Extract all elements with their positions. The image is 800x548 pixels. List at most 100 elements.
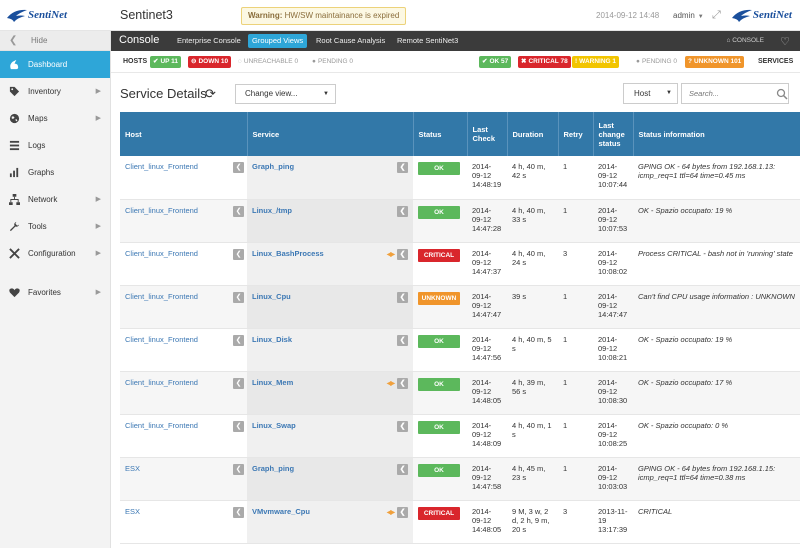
sidebar-item-favorites[interactable]: Favorites ▶ xyxy=(0,279,110,306)
username: admin xyxy=(673,11,695,20)
tab-grouped-views[interactable]: Grouped Views xyxy=(248,34,308,48)
breadcrumb[interactable]: ⌂ CONSOLE xyxy=(726,37,764,44)
tab-remote-sentinet3[interactable]: Remote SentiNet3 xyxy=(393,34,462,48)
service-link[interactable]: VMvmware_Cpu xyxy=(252,507,310,516)
service-menu-button[interactable]: ❮ xyxy=(397,248,408,260)
service-link[interactable]: Graph_ping xyxy=(252,162,294,171)
column-header-status[interactable]: Status xyxy=(413,112,468,156)
host-menu-button[interactable]: ❮ xyxy=(233,205,244,217)
search-input[interactable] xyxy=(681,83,789,104)
service-menu-button[interactable]: ❮ xyxy=(397,506,408,518)
hosts-up-badge[interactable]: ✔ UP 11 xyxy=(150,56,182,68)
status-cell: OK xyxy=(413,457,467,501)
tab-enterprise-console[interactable]: Enterprise Console xyxy=(173,34,245,48)
last-check-cell: 2014-09-12 14:47:37 xyxy=(467,242,507,286)
caret-down-icon: ▼ xyxy=(323,91,329,97)
favorite-heart-icon[interactable]: ♡ xyxy=(780,35,790,48)
status-badge: OK xyxy=(418,377,460,391)
service-menu-button[interactable]: ❮ xyxy=(397,205,408,217)
column-header-status-information[interactable]: Status information xyxy=(633,112,800,156)
status-cell: OK xyxy=(413,414,467,458)
top-bar: SentiNet Sentinet3 Warning: HW/SW mainta… xyxy=(0,0,800,31)
services-critical-badge[interactable]: ✖ CRITICAL 78 xyxy=(518,56,571,68)
last-check-cell: 2014-09-12 14:47:47 xyxy=(467,285,507,329)
service-link[interactable]: Linux_Swap xyxy=(252,421,296,430)
hosts-down-badge[interactable]: ⊖ DOWN 10 xyxy=(188,56,232,68)
host-filter-select[interactable]: Host ▼ xyxy=(623,83,678,104)
change-view-select[interactable]: Change view... ▼ xyxy=(235,84,336,104)
status-info-cell: GPING OK - 64 bytes from 192.168.1.15: i… xyxy=(633,457,800,501)
column-header-last-change-status[interactable]: Last change status xyxy=(593,112,634,156)
sidebar-item-logs[interactable]: Logs xyxy=(0,132,110,159)
column-header-host[interactable]: Host xyxy=(120,112,248,156)
column-header-last-check[interactable]: Last Check xyxy=(467,112,508,156)
sidebar-item-network[interactable]: Network ▶ xyxy=(0,186,110,213)
hide-sidebar-button[interactable]: ❮ Hide xyxy=(0,31,110,51)
fullscreen-icon[interactable]: ⤢ xyxy=(712,9,724,21)
chevron-right-icon: ▶ xyxy=(95,196,101,203)
service-menu-button[interactable]: ❮ xyxy=(397,420,408,432)
sidebar-item-maps[interactable]: Maps ▶ xyxy=(0,105,110,132)
user-menu[interactable]: admin ▼ xyxy=(673,11,704,20)
service-menu-button[interactable]: ❮ xyxy=(397,334,408,346)
host-link[interactable]: Client_linux_Frontend xyxy=(125,162,198,171)
retry-cell: 1 xyxy=(558,285,593,329)
service-link[interactable]: Graph_ping xyxy=(252,464,294,473)
host-link[interactable]: Client_linux_Frontend xyxy=(125,249,198,258)
hosts-pending-badge[interactable]: ● PENDING 0 xyxy=(309,56,356,68)
hide-label: Hide xyxy=(31,36,48,45)
services-pending-badge[interactable]: ● PENDING 0 xyxy=(633,56,680,68)
service-link[interactable]: Linux_/tmp xyxy=(252,206,292,215)
host-menu-button[interactable]: ❮ xyxy=(233,162,244,173)
service-link[interactable]: Linux_BashProcess xyxy=(252,249,324,258)
sidebar-item-dashboard[interactable]: Dashboard xyxy=(0,51,110,78)
host-menu-button[interactable]: ❮ xyxy=(233,377,244,389)
services-warning-badge[interactable]: ! WARNING 1 xyxy=(572,56,620,68)
service-menu-button[interactable]: ❮ xyxy=(397,162,408,173)
host-menu-button[interactable]: ❮ xyxy=(233,506,244,518)
sidebar-item-configuration[interactable]: Configuration ▶ xyxy=(0,240,110,267)
host-link[interactable]: ESX xyxy=(125,507,140,516)
host-link[interactable]: Client_linux_Frontend xyxy=(125,335,198,344)
hosts-unreachable-badge[interactable]: ◌ UNREACHABLE 0 xyxy=(235,56,301,68)
tab-root-cause-analysis[interactable]: Root Cause Analysis xyxy=(312,34,389,48)
sidebar-item-label: Logs xyxy=(28,141,46,150)
host-menu-button[interactable]: ❮ xyxy=(233,248,244,260)
host-menu-button[interactable]: ❮ xyxy=(233,420,244,432)
sidebar-item-label: Tools xyxy=(28,222,47,231)
host-link[interactable]: Client_linux_Frontend xyxy=(125,378,198,387)
sidebar-item-graphs[interactable]: Graphs xyxy=(0,159,110,186)
host-link[interactable]: Client_linux_Frontend xyxy=(125,421,198,430)
host-menu-button[interactable]: ❮ xyxy=(233,463,244,475)
brand-logo[interactable]: SentiNet xyxy=(6,4,67,26)
service-menu-button[interactable]: ❮ xyxy=(397,463,408,475)
service-link[interactable]: Linux_Disk xyxy=(252,335,292,344)
sidebar-item-tools[interactable]: Tools ▶ xyxy=(0,213,110,240)
service-cell: Graph_ping ❮ xyxy=(247,156,413,200)
minus-circle-icon: ⊖ xyxy=(191,58,197,65)
host-link[interactable]: ESX xyxy=(125,464,140,473)
service-link[interactable]: Linux_Cpu xyxy=(252,292,291,301)
status-info-cell: OK - Spazio occupato: 19 % xyxy=(633,199,800,243)
service-menu-button[interactable]: ❮ xyxy=(397,377,408,389)
column-header-retry[interactable]: Retry xyxy=(558,112,594,156)
last-change-cell: 2014-09-12 14:47:47 xyxy=(593,285,633,329)
status-badge: OK xyxy=(418,420,460,434)
column-header-service[interactable]: Service xyxy=(247,112,414,156)
sidebar-item-inventory[interactable]: Inventory ▶ xyxy=(0,78,110,105)
search-icon[interactable] xyxy=(776,88,788,100)
status-cell: OK xyxy=(413,371,467,415)
service-link[interactable]: Linux_Mem xyxy=(252,378,293,387)
retry-cell: 1 xyxy=(558,371,593,415)
services-unknown-badge[interactable]: ? UNKNOWN 101 xyxy=(685,56,745,68)
column-header-duration[interactable]: Duration xyxy=(507,112,559,156)
service-menu-button[interactable]: ❮ xyxy=(397,291,408,303)
host-link[interactable]: Client_linux_Frontend xyxy=(125,292,198,301)
refresh-icon[interactable]: ⟳ xyxy=(205,86,216,102)
status-cell: CRITICAL xyxy=(413,242,467,286)
host-menu-button[interactable]: ❮ xyxy=(233,291,244,303)
pending-icon: ● xyxy=(636,58,640,65)
services-ok-badge[interactable]: ✔ OK 57 xyxy=(479,56,512,68)
host-menu-button[interactable]: ❮ xyxy=(233,334,244,346)
host-link[interactable]: Client_linux_Frontend xyxy=(125,206,198,215)
